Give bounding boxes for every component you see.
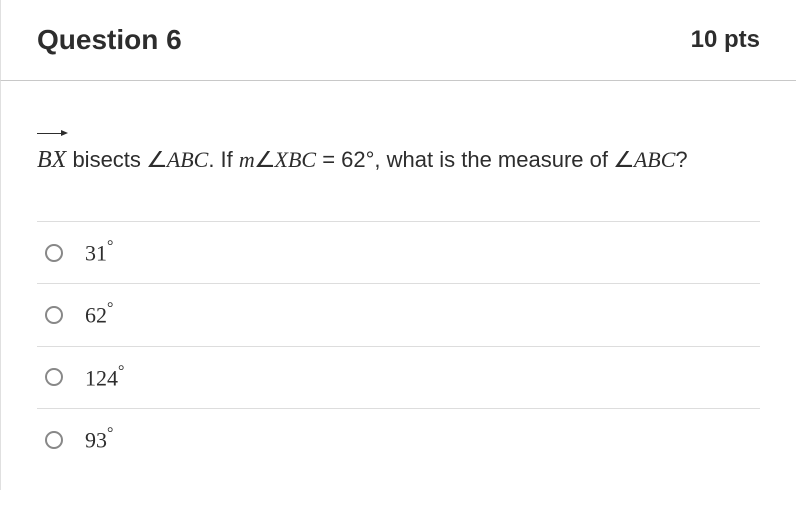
radio-icon <box>45 431 63 449</box>
radio-icon <box>45 306 63 324</box>
question-title: Question 6 <box>37 24 182 56</box>
answer-options: 31° 62° 124° 93° <box>37 221 760 470</box>
question-points: 10 pts <box>691 26 760 54</box>
question-content: BX bisects ∠ABC. If m∠XBC = 62°, what is… <box>0 81 796 490</box>
option-label: 62° <box>85 301 113 328</box>
option-label: 93° <box>85 426 113 453</box>
ray-bx: BX <box>37 131 66 181</box>
question-prompt: BX bisects ∠ABC. If m∠XBC = 62°, what is… <box>37 131 760 181</box>
question-header: Question 6 10 pts <box>0 0 796 81</box>
option-1[interactable]: 31° <box>37 222 760 284</box>
option-label: 124° <box>85 364 124 391</box>
angle-icon: ∠ <box>254 141 276 180</box>
radio-icon <box>45 368 63 386</box>
option-2[interactable]: 62° <box>37 284 760 346</box>
option-4[interactable]: 93° <box>37 409 760 470</box>
radio-icon <box>45 244 63 262</box>
angle-icon: ∠ <box>146 141 168 180</box>
angle-icon: ∠ <box>613 141 635 180</box>
option-3[interactable]: 124° <box>37 347 760 409</box>
option-label: 31° <box>85 239 113 266</box>
